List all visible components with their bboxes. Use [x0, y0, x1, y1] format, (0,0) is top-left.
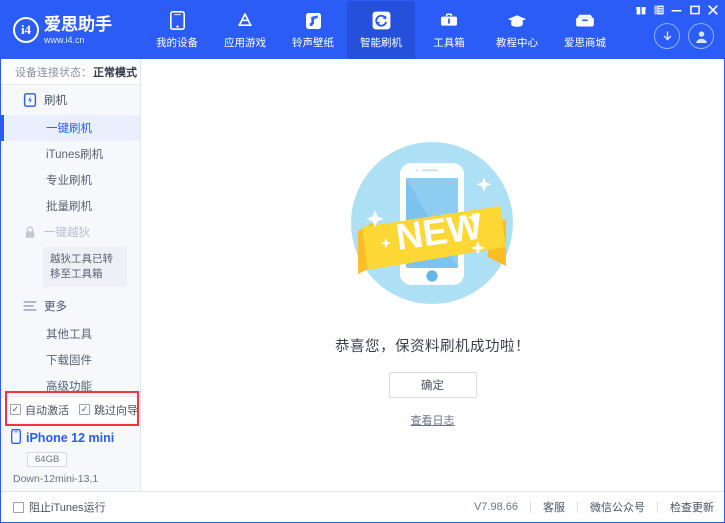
sidebar-options: ✓ 自动激活 ✓ 跳过向导 — [1, 396, 140, 422]
graduation-cap-icon — [507, 11, 527, 31]
device-name-row: iPhone 12 mini — [11, 429, 140, 447]
jailbreak-tooltip: 越狄工具已转移至工具箱 — [43, 247, 127, 287]
divider — [577, 502, 578, 513]
nav-item-my-device[interactable]: 我的设备 — [143, 1, 211, 59]
success-message: 恭喜您，保资料刷机成功啦！ — [335, 335, 530, 356]
nav-label: 铃声壁纸 — [292, 35, 334, 50]
i4-assistant-window: i4 爱思助手 www.i4.cn 我的设备 应用游戏 — [0, 0, 725, 523]
sidebar-group-more: 更多 — [1, 291, 140, 321]
nav-label: 教程中心 — [496, 35, 538, 50]
sidebar-group-label: 刷机 — [44, 92, 67, 108]
nav-label: 智能刷机 — [360, 35, 402, 50]
gift-icon[interactable] — [635, 4, 646, 15]
sidebar-item-label: 批量刷机 — [46, 198, 92, 214]
status-bar-right: V7.98.66 客服 微信公众号 检查更新 — [474, 499, 714, 515]
list-icon[interactable] — [653, 4, 664, 15]
checkbox-label: 跳过向导 — [94, 402, 138, 418]
toolbox-icon — [439, 11, 459, 31]
sidebar-item-label: 高级功能 — [46, 378, 92, 394]
lock-icon — [23, 225, 37, 239]
sidebar: 设备连接状态： 正常模式 刷机 一键刷机 iTunes刷机 专业刷机 批量刷机 … — [1, 59, 141, 491]
wechat-official-link[interactable]: 微信公众号 — [590, 499, 645, 515]
phone-icon — [11, 429, 21, 447]
refresh-icon — [371, 11, 391, 31]
i4-logo-icon: i4 — [13, 17, 39, 43]
device-model-text: Down-12mini-13,1 — [13, 473, 140, 485]
sidebar-item-label: 一键刷机 — [46, 120, 92, 136]
nav-label: 爱思商城 — [564, 35, 606, 50]
sidebar-item-itunes-flash[interactable]: iTunes刷机 — [1, 141, 140, 167]
app-header: i4 爱思助手 www.i4.cn 我的设备 应用游戏 — [1, 1, 724, 59]
block-itunes-checkbox[interactable]: 阻止iTunes运行 — [13, 499, 106, 515]
window-controls — [635, 4, 718, 15]
sidebar-item-label: 一键越狄 — [44, 224, 90, 240]
sidebar-item-download-firmware[interactable]: 下载固件 — [1, 347, 140, 373]
sidebar-item-one-key-jailbreak: 一键越狄 — [1, 219, 140, 245]
status-label: 设备连接状态： — [15, 64, 92, 80]
sidebar-item-label: 下载固件 — [46, 352, 92, 368]
device-name-text: iPhone 12 mini — [26, 431, 114, 445]
close-icon[interactable] — [707, 4, 718, 15]
nav-label: 我的设备 — [156, 35, 198, 50]
shop-icon — [575, 11, 595, 31]
checkbox-label: 自动激活 — [25, 402, 69, 418]
check-update-link[interactable]: 检查更新 — [670, 499, 714, 515]
device-connection-status: 设备连接状态： 正常模式 — [1, 59, 140, 85]
nav-item-toolbox[interactable]: 工具箱 — [415, 1, 483, 59]
header-actions — [654, 23, 714, 49]
maximize-icon[interactable] — [689, 4, 700, 15]
phone-icon — [167, 11, 187, 31]
view-log-link[interactable]: 查看日志 — [411, 412, 455, 428]
customer-service-link[interactable]: 客服 — [543, 499, 565, 515]
new-phone-badge-illustration: NEW — [340, 137, 525, 317]
nav-item-tutorial-center[interactable]: 教程中心 — [483, 1, 551, 59]
sidebar-item-label: 专业刷机 — [46, 172, 92, 188]
connected-device-info: iPhone 12 mini 64GB Down-12mini-13,1 — [1, 429, 140, 485]
version-text: V7.98.66 — [474, 501, 518, 513]
sidebar-item-pro-flash[interactable]: 专业刷机 — [1, 167, 140, 193]
sidebar-item-other-tools[interactable]: 其他工具 — [1, 321, 140, 347]
sidebar-group-label: 更多 — [44, 298, 67, 314]
brand-url: www.i4.cn — [44, 36, 112, 45]
flash-device-icon — [23, 93, 37, 107]
nav-label: 工具箱 — [433, 35, 465, 50]
checkbox-box: ✓ — [10, 404, 21, 415]
nav-item-smart-flash[interactable]: 智能刷机 — [347, 1, 415, 59]
user-avatar-icon[interactable] — [688, 23, 714, 49]
skip-wizard-checkbox[interactable]: ✓ 跳过向导 — [79, 402, 138, 418]
nav-item-ringtones-wallpaper[interactable]: 铃声壁纸 — [279, 1, 347, 59]
sidebar-group-flash: 刷机 — [1, 85, 140, 115]
brand-logo: i4 爱思助手 www.i4.cn — [1, 1, 133, 59]
checkbox-box: ✓ — [79, 404, 90, 415]
music-icon — [303, 11, 323, 31]
main-nav: 我的设备 应用游戏 铃声壁纸 智能刷机 — [143, 1, 619, 59]
status-value: 正常模式 — [93, 64, 137, 80]
confirm-button[interactable]: 确定 — [389, 372, 477, 398]
sidebar-item-label: iTunes刷机 — [46, 146, 103, 162]
checkbox-label: 阻止iTunes运行 — [29, 499, 106, 515]
minimize-icon[interactable] — [671, 4, 682, 15]
auto-activate-checkbox[interactable]: ✓ 自动激活 — [10, 402, 69, 418]
logo-mark-text: i4 — [21, 22, 31, 38]
nav-item-i4-store[interactable]: 爱思商城 — [551, 1, 619, 59]
menu-lines-icon — [23, 299, 37, 313]
sidebar-item-batch-flash[interactable]: 批量刷机 — [1, 193, 140, 219]
nav-item-apps-games[interactable]: 应用游戏 — [211, 1, 279, 59]
brand-name: 爱思助手 — [44, 16, 112, 33]
nav-label: 应用游戏 — [224, 35, 266, 50]
download-icon[interactable] — [654, 23, 680, 49]
sidebar-item-label: 其他工具 — [46, 326, 92, 342]
divider — [657, 502, 658, 513]
sidebar-item-one-key-flash[interactable]: 一键刷机 — [1, 115, 140, 141]
main-content: NEW 恭喜您，保资料刷机成功啦！ 确定 查看日志 — [141, 59, 724, 491]
status-bar: 阻止iTunes运行 V7.98.66 客服 微信公众号 检查更新 — [1, 491, 724, 522]
checkbox-box — [13, 502, 24, 513]
appstore-icon — [235, 11, 255, 31]
device-capacity-badge: 64GB — [27, 452, 67, 467]
divider — [530, 502, 531, 513]
